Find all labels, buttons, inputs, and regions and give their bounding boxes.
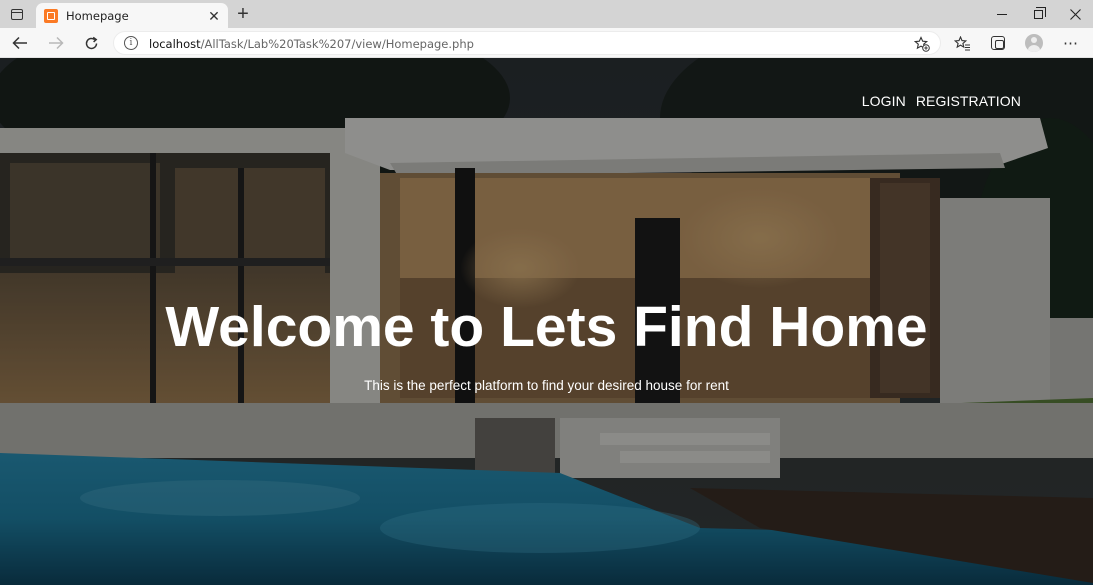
maximize-icon[interactable] — [1020, 0, 1056, 28]
tab-actions-icon[interactable] — [6, 4, 28, 24]
profile-icon[interactable] — [1021, 31, 1047, 55]
browser-toolbar: i localhost/AllTask/Lab%20Task%207/view/… — [0, 28, 1093, 58]
tab-title: Homepage — [66, 8, 129, 23]
info-icon[interactable]: i — [124, 36, 138, 50]
reload-icon[interactable] — [78, 31, 104, 55]
close-icon[interactable]: ✕ — [206, 8, 222, 24]
registration-link[interactable]: REGISTRATION — [916, 93, 1021, 109]
page-title: Welcome to Lets Find Home — [165, 295, 928, 359]
back-arrow-icon[interactable] — [7, 31, 33, 55]
hero-subtitle: This is the perfect platform to find you… — [364, 378, 729, 393]
minimize-icon[interactable] — [984, 0, 1020, 28]
top-navigation: LOGIN REGISTRATION — [862, 93, 1021, 109]
xampp-favicon-icon — [44, 8, 58, 23]
plus-icon[interactable]: + — [234, 4, 252, 24]
browser-tab[interactable]: Homepage ✕ — [36, 3, 228, 28]
url-text[interactable]: localhost/AllTask/Lab%20Task%207/view/Ho… — [149, 37, 474, 51]
login-link[interactable]: LOGIN — [862, 93, 906, 109]
browser-tab-bar: Homepage ✕ + — [0, 0, 1093, 28]
window-close-icon[interactable] — [1057, 0, 1093, 28]
more-icon[interactable]: ⋯ — [1058, 31, 1084, 55]
page-viewport: LOGIN REGISTRATION Welcome to Lets Find … — [0, 58, 1093, 585]
add-favorite-icon[interactable] — [912, 34, 932, 54]
favorites-icon[interactable] — [949, 31, 975, 55]
forward-arrow-icon[interactable] — [43, 31, 69, 55]
collections-icon[interactable] — [985, 31, 1011, 55]
address-bar[interactable]: i localhost/AllTask/Lab%20Task%207/view/… — [113, 31, 941, 55]
